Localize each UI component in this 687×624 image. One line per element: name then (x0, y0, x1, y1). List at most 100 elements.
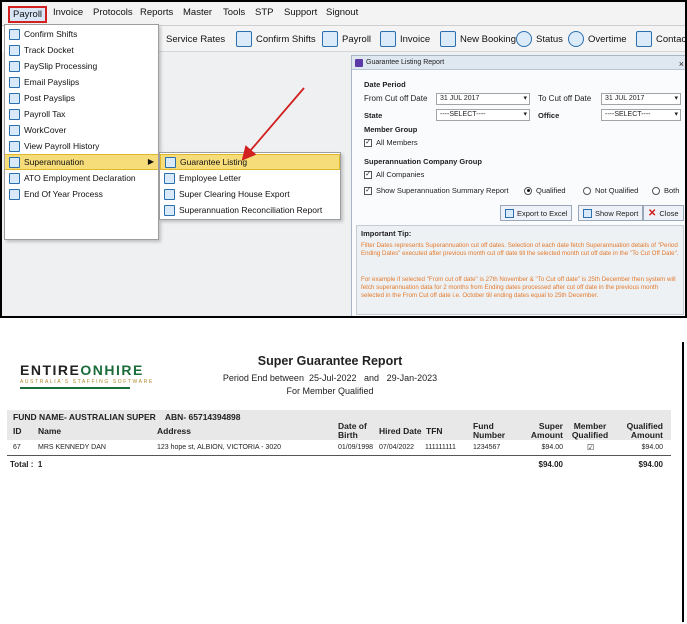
menu-master[interactable]: Master (183, 7, 212, 18)
submenu-item-guarantee-listing[interactable]: Guarantee Listing (160, 154, 340, 170)
reconciliation-icon (164, 204, 175, 216)
tip-text-2: For example if selected "From cut off da… (361, 276, 676, 299)
close-icon: ✕ (648, 207, 657, 219)
important-tip-panel: Important Tip: Filter Dates represents S… (356, 225, 684, 315)
menu-item-label: View Payroll History (24, 141, 100, 151)
menu-tools[interactable]: Tools (223, 7, 245, 18)
show-report-button[interactable]: Show Report (578, 205, 644, 221)
menu-item-post-payslips[interactable]: Post Payslips (5, 90, 158, 106)
toolbar-status-button[interactable]: Status (516, 29, 563, 49)
total-label-text: Total : (10, 460, 34, 469)
date-period-heading: Date Period (364, 80, 406, 89)
menu-item-payroll-tax[interactable]: Payroll Tax (5, 106, 158, 122)
toolbar-contact-button[interactable]: Contac (636, 29, 687, 49)
superannuation-submenu: Guarantee Listing Employee Letter Super … (159, 152, 341, 220)
menu-item-confirm-shifts[interactable]: Confirm Shifts (5, 26, 158, 42)
chevron-down-icon: ▾ (674, 111, 678, 118)
toolbar-payroll-button[interactable]: Payroll (322, 29, 371, 49)
export-to-excel-button[interactable]: Export to Excel (500, 205, 573, 221)
menu-item-ato-employment-declaration[interactable]: ATO Employment Declaration (5, 170, 158, 186)
radio-qualified[interactable]: Qualified (524, 186, 566, 195)
submenu-item-reconciliation-report[interactable]: Superannuation Reconciliation Report (160, 202, 340, 218)
toolbar-label: Overtime (588, 33, 627, 45)
menu-item-superannuation[interactable]: Superannuation ▶ (5, 154, 158, 170)
cell-super-amount: $94.00 (541, 444, 563, 451)
chevron-down-icon: ▾ (523, 95, 527, 102)
excel-icon (505, 208, 514, 218)
payroll-dropdown-menu: Confirm Shifts Track Docket PaySlip Proc… (4, 24, 159, 240)
menu-item-label: Track Docket (24, 45, 74, 55)
menu-invoice[interactable]: Invoice (53, 7, 83, 18)
docket-icon (9, 44, 20, 56)
menu-signout[interactable]: Signout (326, 7, 358, 18)
office-value: ----SELECT---- (605, 111, 651, 118)
toolbar-confirm-shifts-button[interactable]: Confirm Shifts (236, 29, 316, 49)
menu-item-label: Superannuation (24, 157, 85, 167)
super-guarantee-report: ENTIREONHIRE AUSTRALIA'S STAFFING SOFTWA… (0, 340, 687, 624)
invoice-icon (380, 31, 396, 47)
chevron-down-icon: ▾ (674, 95, 678, 102)
radio-label: Not Qualified (595, 186, 639, 195)
toolbar-service-rates-button[interactable]: Service Rates (166, 29, 225, 49)
menu-item-track-docket[interactable]: Track Docket (5, 42, 158, 58)
close-button[interactable]: ✕ Close (643, 205, 684, 221)
menu-item-email-payslips[interactable]: Email Payslips (5, 74, 158, 90)
post-icon (9, 92, 20, 104)
report-title: Super Guarantee Report (257, 354, 403, 368)
menu-item-end-of-year-process[interactable]: End Of Year Process (5, 186, 158, 202)
cell-tfn: 111111111 (425, 444, 456, 451)
menu-item-payslip-processing[interactable]: PaySlip Processing (5, 58, 158, 74)
state-label: State (364, 111, 383, 120)
checkbox-label: All Members (376, 138, 418, 147)
all-members-checkbox[interactable]: ✓ All Members (364, 138, 418, 147)
toolbar-overtime-button[interactable]: Overtime (568, 29, 627, 49)
radio-not-qualified[interactable]: Not Qualified (583, 186, 638, 195)
state-value: ----SELECT---- (440, 111, 486, 118)
submenu-item-employee-letter[interactable]: Employee Letter (160, 170, 340, 186)
button-label: Export to Excel (517, 208, 568, 218)
menu-item-label: ATO Employment Declaration (24, 173, 136, 183)
cell-dob: 01/09/1998 (338, 444, 374, 451)
logo-text-part2: ONHIRE (80, 362, 144, 378)
menu-item-label: Post Payslips (24, 93, 76, 103)
radio-both[interactable]: Both (652, 186, 679, 195)
dialog-close-icon[interactable]: × (679, 57, 684, 71)
col-super-amount: Super Amount (530, 421, 563, 440)
toolbar: Service Rates Confirm Shifts Payroll Inv… (158, 26, 687, 52)
report-period: Period End between 25-Jul-2022 and 29-Ja… (200, 373, 460, 383)
menu-protocols[interactable]: Protocols (93, 7, 133, 18)
menu-support[interactable]: Support (284, 7, 317, 18)
submenu-item-label: Guarantee Listing (180, 157, 248, 167)
toolbar-label: Contac (656, 33, 687, 45)
office-select[interactable]: ----SELECT---- ▾ (601, 109, 681, 121)
report-table-header: FUND NAME- AUSTRALIAN SUPER ABN- 6571439… (7, 410, 671, 440)
to-date-picker[interactable]: 31 JUL 2017 ▾ (601, 93, 681, 105)
toolbar-label: Service Rates (166, 33, 226, 45)
checkbox-checked-icon: ✓ (364, 170, 372, 179)
menu-reports[interactable]: Reports (140, 7, 173, 18)
submenu-item-label: Superannuation Reconciliation Report (179, 205, 323, 215)
end-of-year-icon (9, 188, 20, 200)
from-date-picker[interactable]: 31 JUL 2017 ▾ (436, 93, 530, 105)
menu-stp[interactable]: STP (255, 7, 273, 18)
logo-underline (20, 387, 130, 389)
menu-payroll[interactable]: Payroll (8, 6, 48, 23)
menu-item-workcover[interactable]: WorkCover (5, 122, 158, 138)
tip-text-1: Filter Dates represents Superannuation c… (361, 242, 679, 257)
toolbar-new-booking-button[interactable]: New Booking (440, 29, 516, 49)
confirm-shifts-icon (9, 28, 20, 40)
status-clock-icon (516, 31, 532, 47)
toolbar-invoice-button[interactable]: Invoice (380, 29, 430, 49)
payslip-icon (9, 60, 20, 72)
logo-tagline: AUSTRALIA'S STAFFING SOFTWARE (20, 379, 154, 385)
submenu-item-super-clearing-house-export[interactable]: Super Clearing House Export (160, 186, 340, 202)
menu-item-label: Payroll Tax (24, 109, 66, 119)
app-window: Payroll Invoice Protocols Reports Master… (0, 0, 687, 318)
menu-item-view-payroll-history[interactable]: View Payroll History (5, 138, 158, 154)
percent-icon (9, 108, 20, 120)
state-select[interactable]: ----SELECT---- ▾ (436, 109, 530, 121)
col-qualified-amount: Qualified Amount (626, 421, 663, 440)
all-companies-checkbox[interactable]: ✓ All Companies (364, 170, 424, 179)
show-summary-checkbox[interactable]: ✓ Show Superannuation Summary Report (364, 186, 509, 195)
checkbox-checked-icon: ✓ (364, 138, 372, 147)
